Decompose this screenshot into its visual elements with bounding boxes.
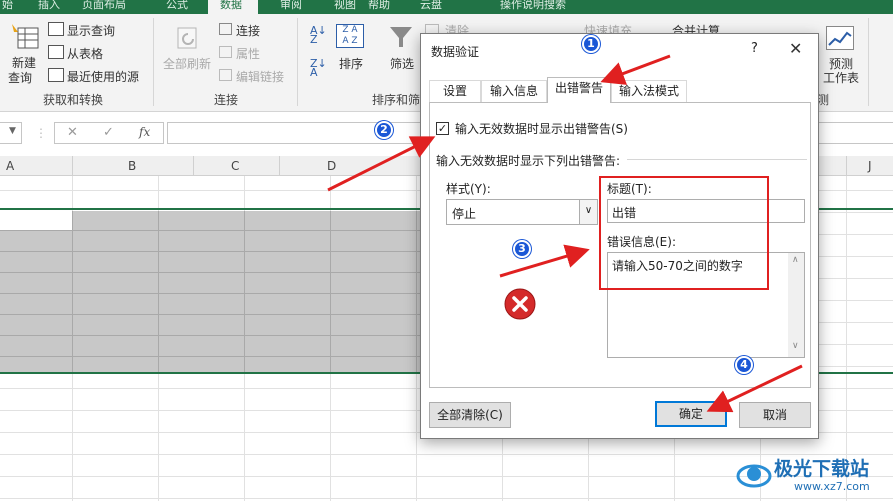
step-badge-1: 1 xyxy=(582,35,600,53)
watermark-logo-icon xyxy=(736,464,772,488)
arrow-2 xyxy=(327,136,436,192)
watermark-url: www.xz7.com xyxy=(794,480,870,493)
arrow-3 xyxy=(499,244,590,278)
step-badge-4: 4 xyxy=(735,356,753,374)
watermark: 极光下载站 www.xz7.com xyxy=(736,452,893,501)
annotation-arrows xyxy=(327,54,803,413)
watermark-text: 极光下载站 xyxy=(774,458,870,480)
step-badge-3: 3 xyxy=(513,240,531,258)
step-badge-2: 2 xyxy=(375,121,393,139)
arrow-1 xyxy=(600,54,671,85)
arrow-4 xyxy=(706,364,803,413)
